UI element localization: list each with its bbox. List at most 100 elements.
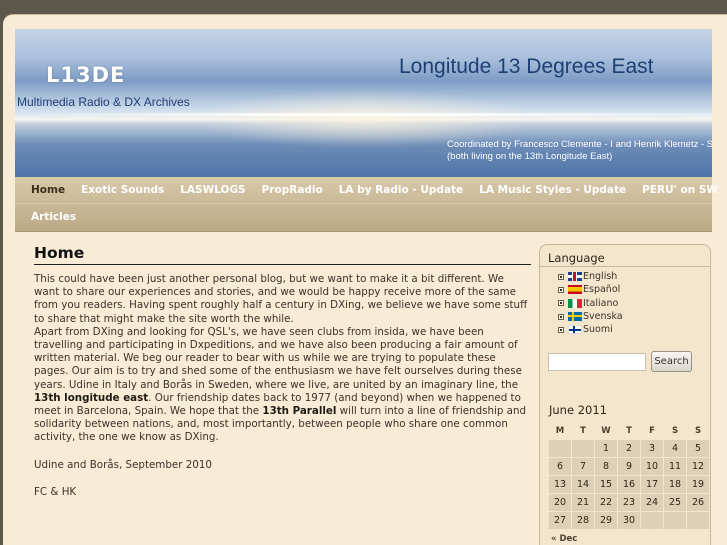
- sidebar: Language English Español Italiano Svensk…: [539, 244, 711, 545]
- author-initials: FC & HK: [34, 485, 77, 498]
- intro-text: This could have been just another person…: [34, 273, 528, 325]
- highlight-13th-parallel: 13th Parallel: [262, 405, 337, 418]
- main-navigation: Home Exotic Sounds LASWLOGS PropRadio LA…: [15, 177, 718, 232]
- calendar-day: 27: [549, 512, 571, 529]
- calendar-day: 23: [618, 494, 640, 511]
- nav-row-2: Articles: [15, 204, 712, 231]
- calendar-day: 22: [595, 494, 617, 511]
- calendar-day: 29: [595, 512, 617, 529]
- it-flag-icon: [568, 298, 582, 308]
- nav-row-1: Home Exotic Sounds LASWLOGS PropRadio LA…: [15, 177, 718, 204]
- calendar-day: 12: [687, 458, 709, 475]
- main-content: Home This could have been just another p…: [34, 244, 531, 499]
- language-item-svenska[interactable]: Svenska: [558, 310, 623, 323]
- calendar-day: [664, 512, 686, 529]
- nav-item-laswlogs[interactable]: LASWLOGS: [172, 177, 253, 204]
- language-item-suomi[interactable]: Suomi: [558, 323, 623, 336]
- se-flag-icon: [568, 312, 582, 322]
- language-label: Italiano: [583, 297, 619, 309]
- signoff: Udine and Borås, September 2010: [34, 458, 212, 471]
- gb-flag-icon: [568, 272, 582, 282]
- calendar-day: 16: [618, 476, 640, 493]
- intro-paragraph-2: Apart from DXing and looking for QSL's, …: [34, 326, 531, 445]
- nav-item-propradio[interactable]: PropRadio: [254, 177, 331, 204]
- calendar-day: [572, 440, 594, 457]
- calendar-day: 13: [549, 476, 571, 493]
- nav-item-articles[interactable]: Articles: [15, 204, 84, 231]
- calendar-day: 2: [618, 440, 640, 457]
- language-widget-title: Language: [548, 251, 605, 265]
- search-button[interactable]: Search: [651, 351, 692, 372]
- language-divider: [540, 266, 710, 267]
- language-label: Español: [583, 284, 621, 296]
- weekday-header: T: [626, 425, 632, 436]
- calendar-day: [687, 512, 709, 529]
- calendar-week: 6 7 8 9 10 11 12: [549, 458, 709, 475]
- bullet-icon: [558, 313, 564, 320]
- language-item-english[interactable]: English: [558, 270, 623, 283]
- es-flag-icon: [568, 285, 582, 295]
- calendar-day: 3: [641, 440, 663, 457]
- credits-line-1: Coordinated by Francesco Clemente - I an…: [447, 139, 712, 150]
- nav-item-peru-on-sw[interactable]: PERU' on SW: [634, 177, 726, 204]
- calendar-day: 5: [687, 440, 709, 457]
- highlight-13th-longitude: 13th longitude east: [34, 391, 149, 404]
- weekday-header: S: [671, 425, 679, 436]
- page-title: Home: [34, 244, 531, 265]
- calendar-day: 9: [618, 458, 640, 475]
- credits-line-2: (both living on the 13th Longitude East): [447, 151, 613, 162]
- calendar-prev-month-link[interactable]: « Dec: [551, 534, 577, 544]
- language-item-italiano[interactable]: Italiano: [558, 297, 623, 310]
- calendar-day: 7: [572, 458, 594, 475]
- calendar-day: 8: [595, 458, 617, 475]
- weekday-header: M: [555, 425, 565, 436]
- site-logo[interactable]: L13DE: [46, 63, 125, 87]
- calendar: M T W T F S S 1 2 3 4 5 6 7 8 9 10 11 12…: [548, 421, 710, 530]
- calendar-day: [549, 440, 571, 457]
- calendar-weekdays: M T W T F S S: [549, 422, 709, 439]
- weekday-header: W: [601, 425, 611, 436]
- fi-flag-icon: [568, 325, 582, 335]
- calendar-month: June 2011: [549, 403, 607, 417]
- bullet-icon: [558, 273, 564, 280]
- calendar-day: 14: [572, 476, 594, 493]
- language-label: Svenska: [583, 311, 623, 323]
- calendar-day: 15: [595, 476, 617, 493]
- nav-item-la-by-radio[interactable]: LA by Radio - Update: [331, 177, 471, 204]
- language-label: Suomi: [583, 324, 613, 336]
- nav-item-home[interactable]: Home: [15, 177, 73, 204]
- weekday-header: F: [649, 425, 655, 436]
- calendar-day: 21: [572, 494, 594, 511]
- calendar-day: 1: [595, 440, 617, 457]
- calendar-day: 20: [549, 494, 571, 511]
- calendar-day: 4: [664, 440, 686, 457]
- calendar-week: 13 14 15 16 17 18 19: [549, 476, 709, 493]
- nav-item-la-music-styles[interactable]: LA Music Styles - Update: [471, 177, 634, 204]
- bullet-icon: [558, 326, 564, 333]
- language-list: English Español Italiano Svenska Suomi: [558, 270, 623, 336]
- header-horizon-streak: [15, 113, 712, 116]
- body-text-1: Apart from DXing and looking for QSL's, …: [34, 325, 522, 391]
- language-label: English: [583, 271, 618, 283]
- calendar-day: [641, 512, 663, 529]
- calendar-day: 18: [664, 476, 686, 493]
- calendar-day: 19: [687, 476, 709, 493]
- calendar-day: 28: [572, 512, 594, 529]
- intro-paragraph-1: This could have been just another person…: [34, 273, 531, 326]
- site-title[interactable]: Longitude 13 Degrees East: [399, 55, 654, 79]
- calendar-day: 30: [618, 512, 640, 529]
- weekday-header: S: [694, 425, 702, 436]
- weekday-header: T: [580, 425, 586, 436]
- calendar-day: 10: [641, 458, 663, 475]
- calendar-day: 6: [549, 458, 571, 475]
- bullet-icon: [558, 300, 564, 307]
- calendar-week: 27 28 29 30: [549, 512, 709, 529]
- header-credits: Coordinated by Francesco Clemente - I an…: [447, 139, 712, 163]
- nav-item-exotic-sounds[interactable]: Exotic Sounds: [73, 177, 172, 204]
- calendar-day: 11: [664, 458, 686, 475]
- bullet-icon: [558, 286, 564, 293]
- language-item-espanol[interactable]: Español: [558, 283, 623, 296]
- calendar-day: 25: [664, 494, 686, 511]
- calendar-day: 24: [641, 494, 663, 511]
- search-input[interactable]: [548, 353, 646, 371]
